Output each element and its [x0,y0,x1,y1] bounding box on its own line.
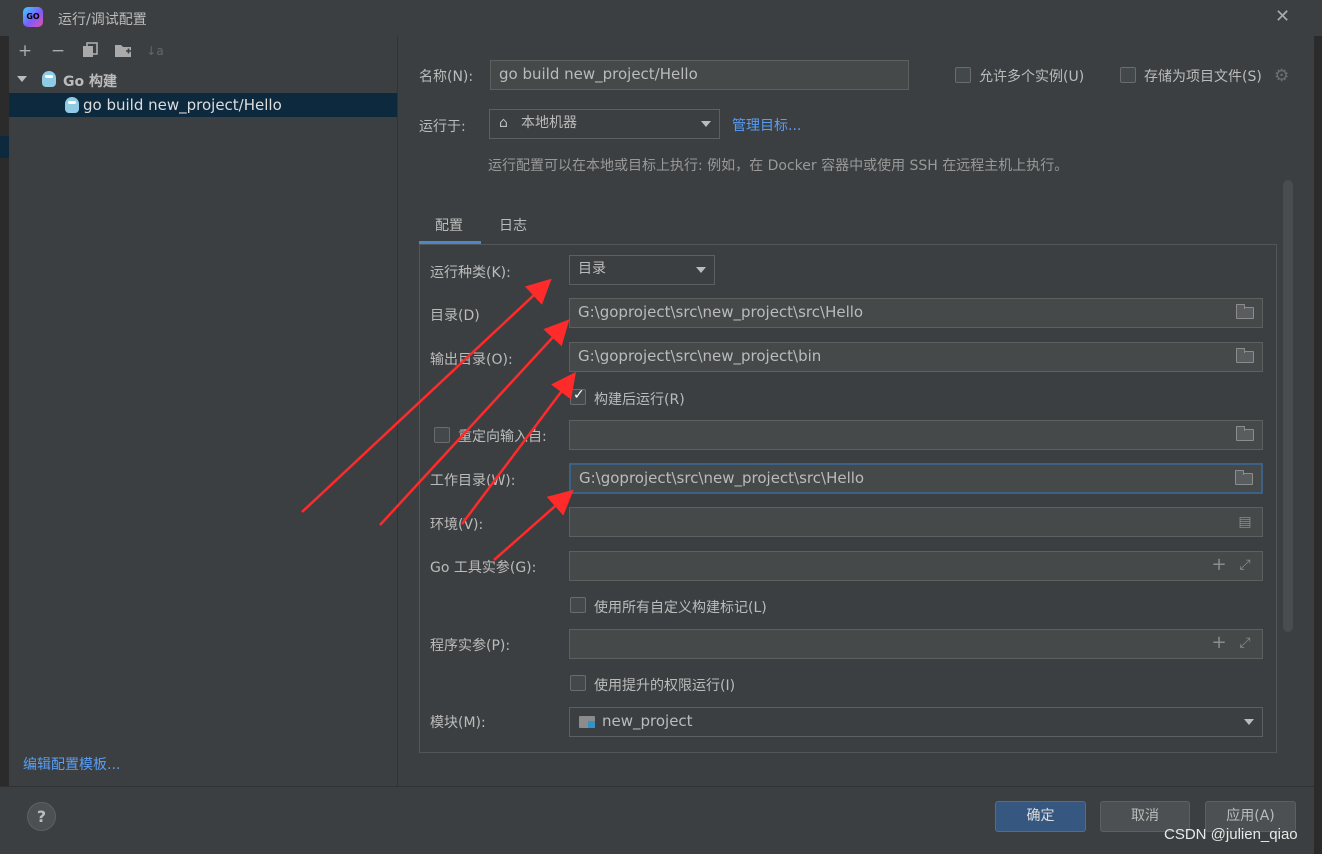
tree-root-label: Go 构建 [63,74,117,90]
run-on-label: 运行于: [419,119,466,135]
tree-child-label: go build new_project/Hello [83,96,282,114]
configuration-tree-panel [9,36,397,786]
close-icon[interactable]: ✕ [1275,8,1293,26]
folder-open-icon[interactable] [1236,304,1254,319]
env-label: 环境(V): [430,517,484,533]
home-icon: ⌂ [499,115,508,131]
gear-icon[interactable]: ⚙ [1274,66,1289,86]
tab-logs[interactable]: 日志 [499,215,527,235]
module-folder-icon [579,716,595,728]
working-dir-value: G:\goproject\src\new_project\src\Hello [579,469,865,487]
run-on-value: 本地机器 [521,115,577,131]
edit-templates-link[interactable]: 编辑配置模板... [23,754,120,774]
folder-open-icon[interactable] [1236,426,1254,441]
expand-icon[interactable]: ⤢ [1236,558,1254,572]
dialog-title: 运行/调试配置 [58,12,147,28]
tree-node-go-build[interactable]: Go 构建 [9,68,397,92]
working-dir-label: 工作目录(W): [430,473,516,489]
copy-icon[interactable] [81,42,99,60]
allow-multiple-checkbox[interactable] [955,67,971,83]
module-dropdown[interactable]: new_project [569,707,1263,737]
folder-open-icon[interactable] [1235,470,1253,485]
run-on-dropdown[interactable]: ⌂ 本地机器 [489,109,720,139]
chevron-down-icon [1244,719,1254,725]
goland-app-icon: GO [23,7,43,27]
name-input[interactable]: go build new_project/Hello [490,60,909,90]
working-dir-input[interactable]: G:\goproject\src\new_project\src\Hello [569,463,1263,494]
module-label: 模块(M): [430,715,486,731]
ok-button[interactable]: 确定 [995,801,1086,832]
plus-icon[interactable]: + [1210,634,1228,652]
chevron-down-icon [701,121,711,127]
output-dir-value: G:\goproject\src\new_project\bin [578,347,822,365]
run-on-hint: 运行配置可以在本地或目标上执行: 例如，在 Docker 容器中或使用 SSH … [488,158,1069,174]
run-kind-label: 运行种类(K): [430,265,511,281]
go-tool-args-input[interactable]: + ⤢ [569,551,1263,581]
run-after-build-label: 构建后运行(R) [594,392,685,408]
store-as-project-checkbox[interactable] [1120,67,1136,83]
chevron-down-icon[interactable] [17,76,27,82]
manage-targets-link[interactable]: 管理目标... [732,115,801,135]
background-window-strip [0,36,9,854]
program-args-input[interactable]: + ⤢ [569,629,1263,659]
background-window-edge [1314,36,1322,854]
program-args-label: 程序实参(P): [430,638,511,654]
document-icon[interactable]: ▤ [1236,515,1254,529]
dialog-titlebar [0,0,1322,36]
expand-icon[interactable]: ⤢ [1236,636,1254,650]
store-as-project-label: 存储为项目文件(S) [1144,69,1262,85]
redirect-input-field[interactable] [569,420,1263,450]
run-elevated-label: 使用提升的权限运行(I) [594,678,736,694]
run-elevated-checkbox[interactable] [570,675,586,691]
plus-icon[interactable]: + [1210,556,1228,574]
redirect-input-checkbox[interactable] [434,427,450,443]
run-kind-value: 目录 [578,261,606,277]
allow-multiple-label: 允许多个实例(U) [979,69,1085,85]
tab-config[interactable]: 配置 [435,215,463,235]
go-gopher-icon [65,97,79,113]
scrollbar[interactable] [1283,180,1293,632]
go-gopher-icon [42,71,56,87]
help-button[interactable]: ? [27,802,56,831]
chevron-down-icon [696,267,706,273]
directory-label: 目录(D) [430,308,480,324]
output-dir-label: 输出目录(O): [430,352,513,368]
redirect-input-label: 重定向输入自: [458,429,547,445]
name-label: 名称(N): [419,69,474,85]
csdn-watermark: CSDN @julien_qiao [1164,826,1298,843]
env-input[interactable]: ▤ [569,507,1263,537]
use-all-custom-tags-label: 使用所有自定义构建标记(L) [594,600,767,616]
tree-node-config-item[interactable]: go build new_project/Hello [9,93,397,117]
output-dir-input[interactable]: G:\goproject\src\new_project\bin [569,342,1263,372]
directory-input[interactable]: G:\goproject\src\new_project\src\Hello [569,298,1263,328]
sort-icon[interactable]: ↓a [146,42,164,60]
new-folder-icon[interactable] [114,42,132,60]
directory-value: G:\goproject\src\new_project\src\Hello [578,303,864,321]
run-after-build-checkbox[interactable] [570,387,586,405]
go-tool-args-label: Go 工具实参(G): [430,560,537,576]
module-value: new_project [602,712,693,730]
remove-icon[interactable]: − [49,42,67,60]
add-icon[interactable]: + [16,42,34,60]
run-kind-dropdown[interactable]: 目录 [569,255,715,285]
folder-open-icon[interactable] [1236,348,1254,363]
use-all-custom-tags-checkbox[interactable] [570,597,586,613]
